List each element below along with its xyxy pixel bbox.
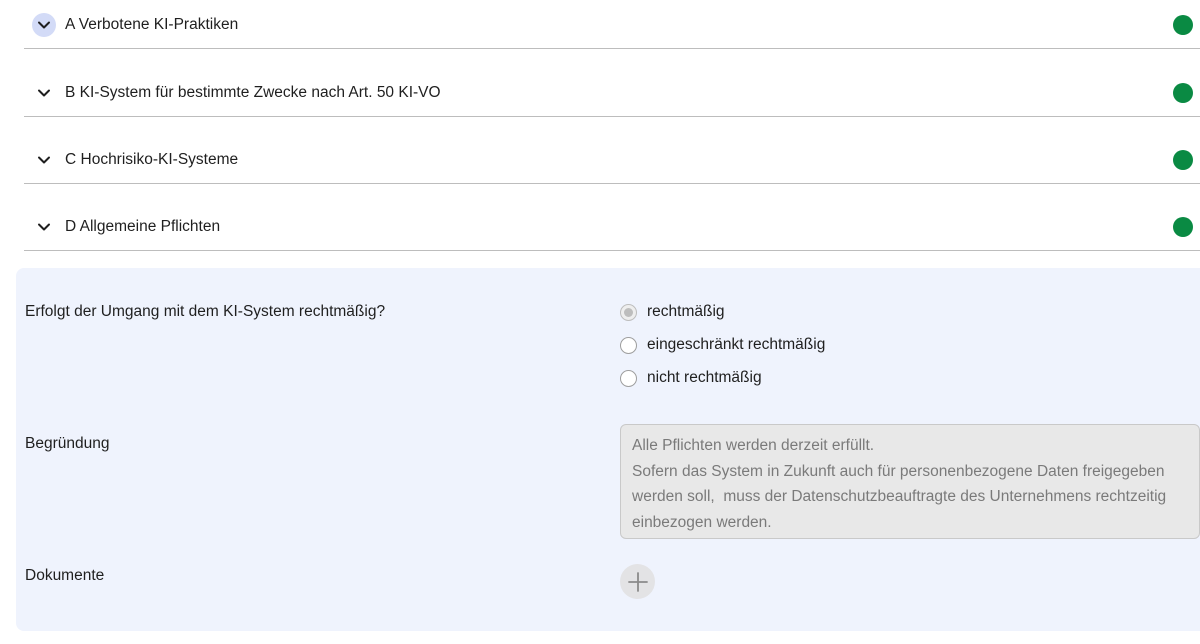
section-a-header[interactable]: A Verbotene KI-Praktiken: [24, 1, 1200, 49]
radio-button[interactable]: [620, 336, 637, 354]
reason-line-4: einbezogen werden.: [632, 513, 772, 531]
chevron-down-icon[interactable]: [32, 12, 56, 37]
status-dot-a: [1173, 14, 1193, 35]
radio-rechtmaessig[interactable]: rechtmäßig: [620, 303, 725, 321]
question-label: Erfolgt der Umgang mit dem KI-System rec…: [25, 303, 386, 320]
section-b-title: B KI-System für bestimmte Zwecke nach Ar…: [65, 83, 441, 101]
status-dot-d: [1173, 216, 1193, 237]
status-dot-c: [1173, 149, 1193, 170]
section-c-title: C Hochrisiko-KI-Systeme: [65, 150, 239, 168]
chevron-down-icon[interactable]: [32, 215, 56, 239]
radio-eingeschraenkt[interactable]: eingeschränkt rechtmäßig: [620, 336, 825, 354]
radio-nicht-rechtmaessig[interactable]: nicht rechtmäßig: [620, 369, 762, 387]
radio-label: nicht rechtmäßig: [647, 369, 762, 386]
question-panel: Erfolgt der Umgang mit dem KI-System rec…: [16, 268, 1200, 631]
section-d-header[interactable]: D Allgemeine Pflichten: [24, 203, 1200, 251]
radio-button[interactable]: [620, 369, 637, 387]
reason-line-3: werden soll, muss der Datenschutzbeauftr…: [632, 488, 1167, 505]
section-b-header[interactable]: B KI-System für bestimmte Zwecke nach Ar…: [24, 69, 1200, 117]
documents-label: Dokumente: [25, 567, 105, 584]
chevron-down-icon[interactable]: [32, 148, 56, 172]
radio-label: eingeschränkt rechtmäßig: [647, 336, 826, 353]
radio-button-checked[interactable]: [620, 303, 637, 321]
chevron-down-icon[interactable]: [32, 81, 56, 105]
radio-label: rechtmäßig: [647, 303, 725, 320]
add-document-button[interactable]: [620, 564, 655, 599]
section-a-title: A Verbotene KI-Praktiken: [65, 15, 239, 33]
section-c-header[interactable]: C Hochrisiko-KI-Systeme: [24, 136, 1200, 184]
plus-icon: [627, 571, 648, 592]
reason-textarea[interactable]: Alle Pflichten werden derzeit erfüllt. S…: [620, 424, 1200, 539]
reason-label: Begründung: [25, 435, 110, 452]
reason-line-2: Sofern das System in Zukunft auch für pe…: [632, 462, 1165, 480]
section-d-title: D Allgemeine Pflichten: [65, 217, 221, 235]
status-dot-b: [1173, 82, 1193, 103]
reason-line-1: Alle Pflichten werden derzeit erfüllt.: [632, 437, 875, 454]
